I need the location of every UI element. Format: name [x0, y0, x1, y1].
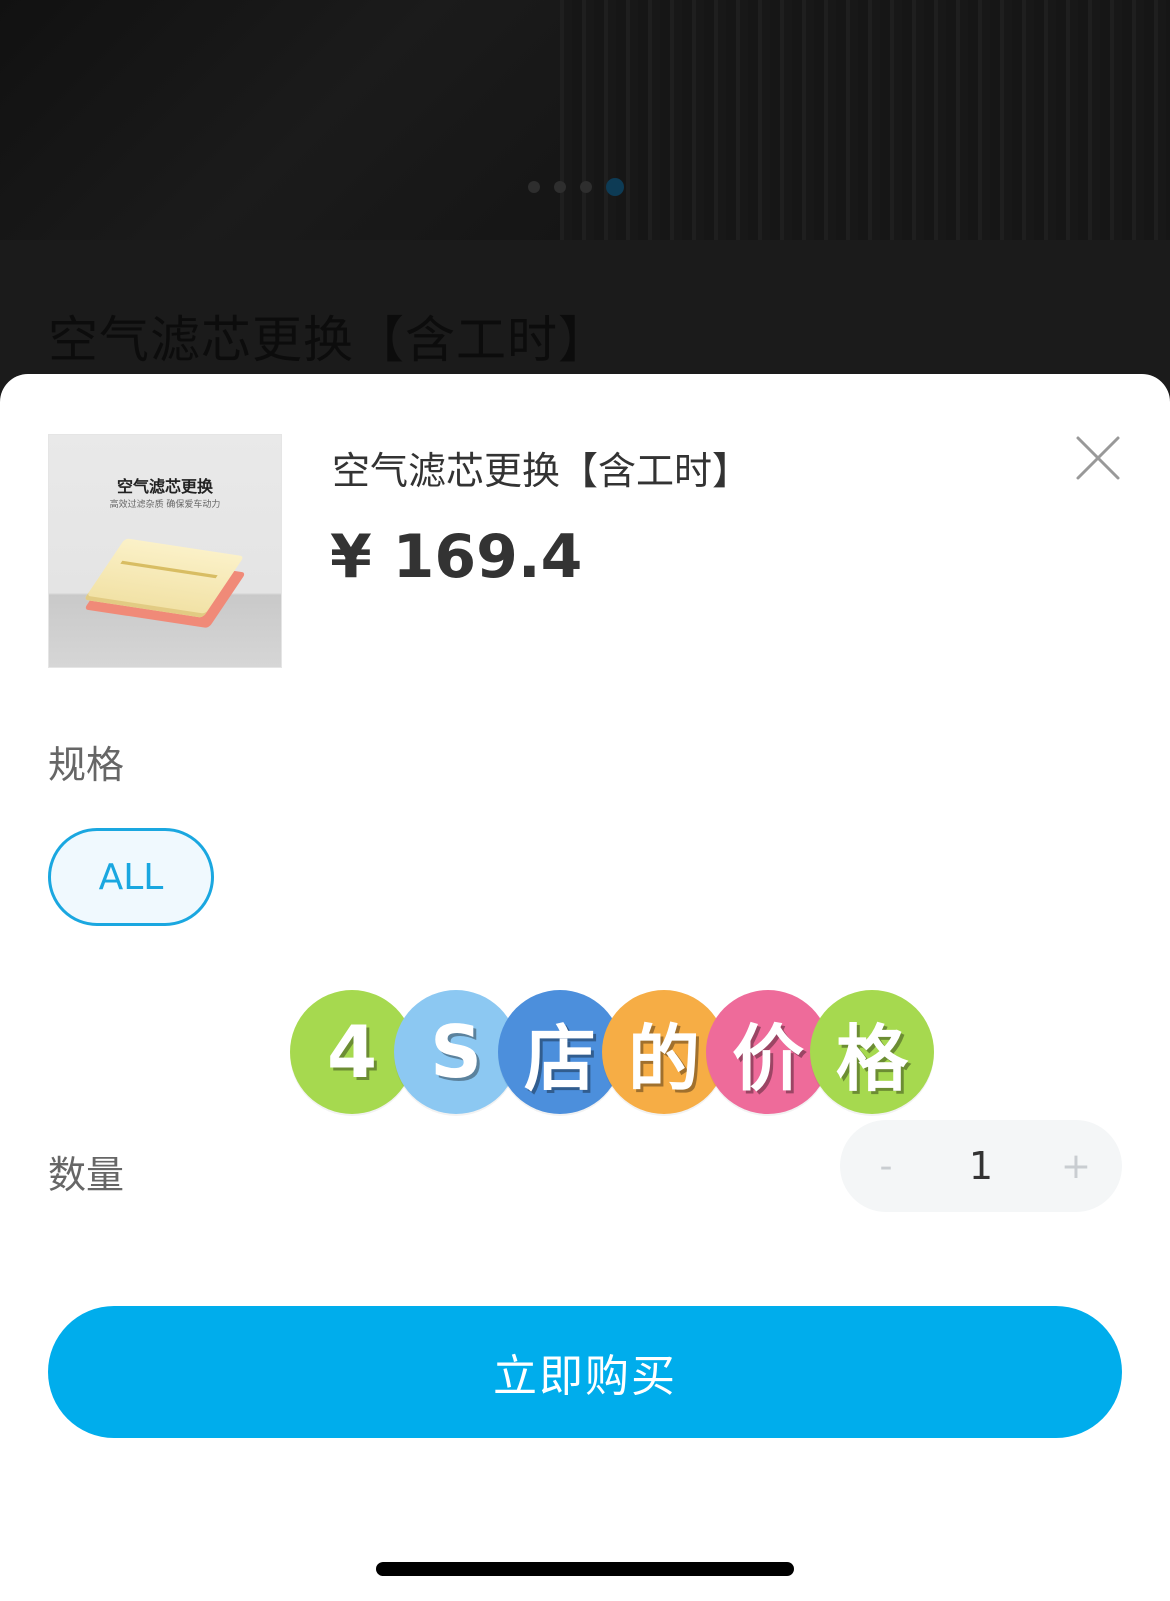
quantity-value[interactable]: 1	[932, 1120, 1030, 1212]
carousel-dot	[554, 181, 566, 193]
background-banner-image	[0, 0, 1170, 240]
carousel-dot	[528, 181, 540, 193]
product-title: 空气滤芯更换【含工时】	[332, 449, 751, 493]
spec-option-label: ALL	[98, 856, 164, 898]
thumbnail-subtitle: 高效过滤杂质 确保爱车动力	[109, 500, 221, 510]
quantity-stepper: - 1 +	[840, 1120, 1122, 1212]
carousel-dot-active	[606, 178, 624, 196]
product-price: ¥ 169.4	[330, 522, 583, 592]
quantity-decrease-button[interactable]: -	[840, 1120, 932, 1212]
product-thumbnail: 空气滤芯更换 高效过滤杂质 确保爱车动力	[48, 434, 282, 668]
carousel-dots	[528, 178, 624, 196]
quantity-label: 数量	[48, 1153, 125, 1197]
home-indicator	[376, 1562, 794, 1576]
price-sticker-banner: 4 S 店 的 价 格	[290, 990, 950, 1120]
spec-option-all[interactable]: ALL	[48, 828, 214, 926]
page: 空气滤芯更换【含工时】 空气滤芯更换 高效过滤杂质 确保爱车动力 空气滤芯更换【…	[0, 0, 1170, 1601]
close-button[interactable]	[1072, 432, 1124, 484]
spec-label: 规格	[48, 743, 125, 787]
sticker-char: 格	[810, 990, 934, 1114]
carousel-dot	[580, 181, 592, 193]
background-product-title: 空气滤芯更换【含工时】	[48, 311, 609, 369]
thumbnail-title: 空气滤芯更换	[116, 477, 213, 496]
quantity-increase-button[interactable]: +	[1030, 1120, 1122, 1212]
close-icon	[1076, 436, 1120, 480]
buy-now-button[interactable]: 立即购买	[48, 1306, 1122, 1438]
